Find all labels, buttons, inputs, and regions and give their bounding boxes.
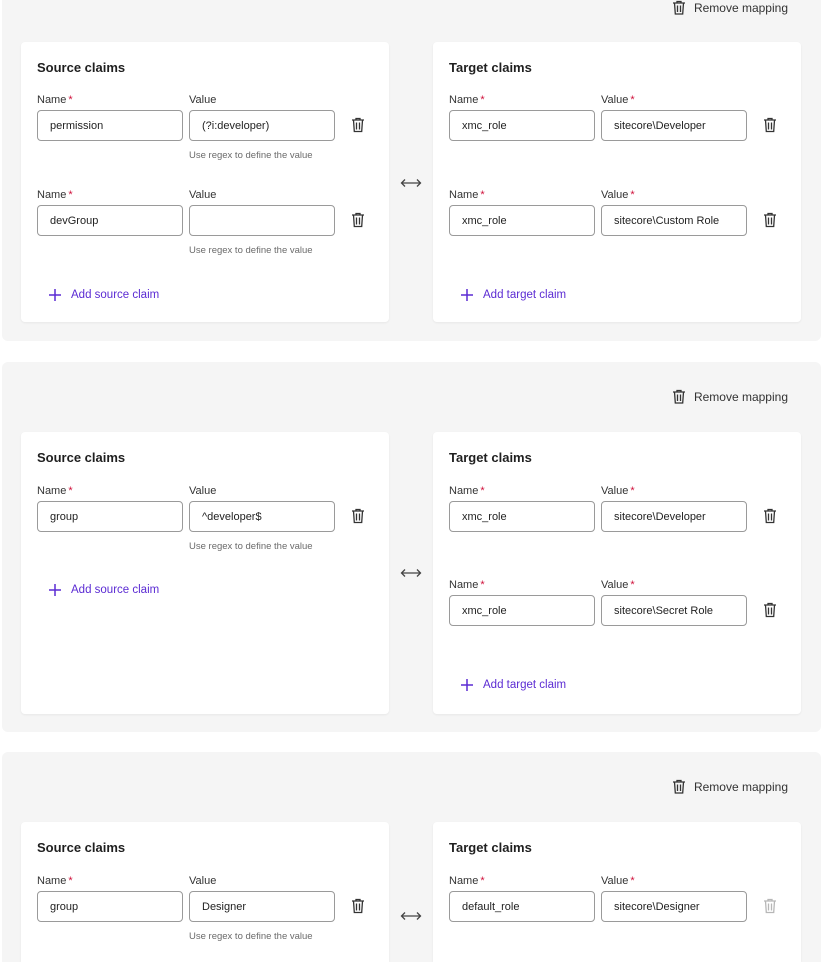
source-claims-title: Source claims	[37, 840, 126, 855]
target-name-input[interactable]	[449, 595, 595, 626]
value-label: Value *	[601, 485, 635, 497]
add-target-claim-button[interactable]: Add target claim	[461, 679, 566, 691]
add-source-claim-button[interactable]: Add source claim	[49, 584, 159, 596]
source-claims-title: Source claims	[37, 60, 126, 75]
target-claims-title: Target claims	[449, 840, 532, 855]
trash-icon[interactable]	[763, 212, 777, 228]
swap-arrows-icon	[400, 569, 422, 577]
add-source-claim-label: Add source claim	[71, 289, 160, 301]
trash-icon[interactable]	[763, 602, 777, 618]
name-label: Name *	[449, 94, 485, 106]
name-label: Name *	[449, 485, 485, 497]
source-value-input[interactable]	[189, 110, 335, 141]
value-label: Value *	[601, 189, 635, 201]
remove-mapping-button[interactable]: Remove mapping	[672, 389, 788, 404]
target-claims-card: Target claims Name* Value* Name* Value* …	[433, 432, 801, 714]
name-label: Name *	[37, 485, 73, 497]
add-source-claim-label: Add source claim	[71, 584, 160, 596]
target-claims-card: Target claims Name * Value *	[433, 822, 801, 962]
value-label: Value	[189, 485, 217, 497]
source-value-input[interactable]	[189, 891, 335, 922]
trash-icon	[672, 0, 685, 15]
trash-icon	[672, 779, 685, 794]
trash-icon[interactable]	[763, 117, 777, 133]
trash-icon[interactable]	[763, 508, 777, 524]
trash-icon	[764, 898, 776, 914]
value-label: Value	[189, 94, 217, 106]
plus-icon	[461, 679, 473, 691]
value-label: Value	[189, 875, 217, 887]
value-label: Value *	[601, 94, 635, 106]
value-label: Value *	[601, 579, 635, 591]
target-name-input[interactable]	[449, 205, 595, 236]
trash-icon[interactable]	[351, 212, 365, 228]
source-name-input[interactable]	[37, 501, 183, 532]
add-target-claim-label: Add target claim	[483, 679, 567, 691]
regex-hint: Use regex to define the value	[189, 150, 313, 161]
plus-icon	[49, 289, 61, 301]
swap-arrows-icon	[400, 912, 422, 920]
target-claims-title: Target claims	[449, 60, 532, 75]
trash-icon[interactable]	[351, 117, 365, 133]
value-label: Value *	[601, 875, 635, 887]
source-value-input[interactable]	[189, 205, 335, 236]
target-name-input[interactable]	[449, 110, 595, 141]
source-claims-card: Source claims Name* Value Use regex to d…	[21, 822, 389, 962]
trash-icon[interactable]	[351, 508, 365, 524]
name-label: Name *	[449, 875, 485, 887]
target-value-input[interactable]	[601, 891, 747, 922]
trash-icon[interactable]	[351, 898, 365, 914]
name-label: Name *	[37, 94, 73, 106]
plus-icon	[49, 584, 61, 596]
add-target-claim-label: Add target claim	[483, 289, 567, 301]
source-claims-title: Source claims	[37, 450, 126, 465]
remove-mapping-button[interactable]: Remove mapping	[672, 0, 788, 15]
name-label: Name *	[37, 189, 73, 201]
remove-mapping-label: Remove mapping	[693, 779, 788, 794]
plus-icon	[461, 289, 473, 301]
trash-icon	[672, 389, 685, 404]
target-name-input[interactable]	[449, 891, 595, 922]
source-claims-card: Source claims Name* Value Use regex to d…	[21, 432, 389, 714]
name-label: Name *	[449, 189, 485, 201]
claim-mapping-2: Remove mapping Source claims Name * Value…	[2, 362, 821, 732]
source-name-input[interactable]	[37, 110, 183, 141]
remove-mapping-button[interactable]: Remove mapping	[672, 779, 788, 794]
target-claims-card: Target claims Name* Value* Name* Value* …	[433, 42, 801, 322]
remove-mapping-label: Remove mapping	[693, 0, 788, 15]
name-label: Name *	[449, 579, 485, 591]
claim-mapping-3: Remove mapping Source claims Name * Value…	[2, 752, 821, 962]
source-claims-card: Source claims Name* Value Use regex to d…	[21, 42, 389, 322]
add-target-claim-button[interactable]: Add target claim	[461, 289, 566, 301]
source-value-input[interactable]	[189, 501, 335, 532]
swap-arrows-icon	[400, 179, 422, 187]
source-name-input[interactable]	[37, 205, 183, 236]
target-value-input[interactable]	[601, 205, 747, 236]
value-label: Value	[189, 189, 217, 201]
target-claims-title: Target claims	[449, 450, 532, 465]
target-name-input[interactable]	[449, 501, 595, 532]
regex-hint: Use regex to define the value	[189, 245, 313, 256]
remove-mapping-label: Remove mapping	[693, 389, 788, 404]
target-value-input[interactable]	[601, 110, 747, 141]
source-name-input[interactable]	[37, 891, 183, 922]
target-value-input[interactable]	[601, 595, 747, 626]
name-label: Name *	[37, 875, 73, 887]
add-source-claim-button[interactable]: Add source claim	[49, 289, 159, 301]
regex-hint: Use regex to define the value	[189, 931, 313, 942]
regex-hint: Use regex to define the value	[189, 541, 313, 552]
claim-mapping-1: Remove mapping Source claims Name * Value…	[2, 0, 821, 341]
target-value-input[interactable]	[601, 501, 747, 532]
